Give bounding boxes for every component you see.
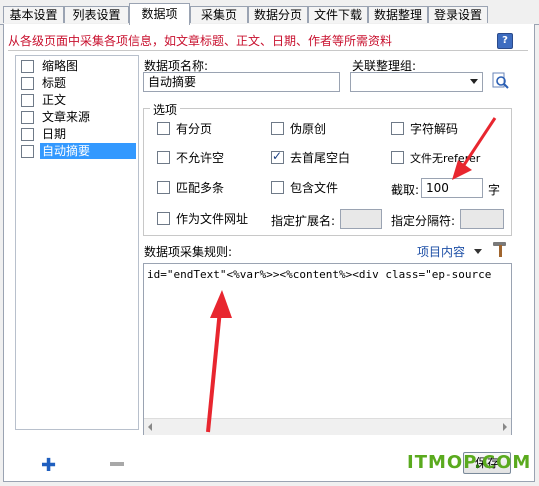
option-include-file[interactable]: 包含文件 (271, 180, 338, 196)
option-match-multiple[interactable]: 匹配多条 (157, 180, 224, 196)
watermark: ITMOP.COM (407, 452, 532, 473)
tab-data-paging[interactable]: 数据分页 (248, 6, 308, 23)
checkbox[interactable] (271, 122, 284, 135)
option-no-referer[interactable]: 文件无referer (391, 150, 480, 166)
option-disallow-empty[interactable]: 不允许空 (157, 150, 224, 166)
truncate-input[interactable]: 100 (421, 178, 483, 198)
tab-bar: 基本设置 列表设置 数据项 采集页 数据分页 文件下载 数据整理 登录设置 (0, 0, 539, 25)
option-trim-whitespace[interactable]: 去首尾空白 (271, 148, 350, 166)
rules-label: 数据项采集规则: (144, 245, 233, 259)
list-item[interactable]: 标题 (20, 75, 136, 91)
chevron-down-icon (470, 79, 478, 84)
item-content-menu[interactable]: 项目内容 (417, 243, 465, 260)
tab-data-items[interactable]: 数据项 (129, 3, 190, 25)
item-checkbox[interactable] (21, 145, 34, 158)
item-checkbox[interactable] (21, 60, 34, 73)
remove-icon[interactable] (110, 462, 124, 466)
list-item[interactable]: 文章来源 (20, 109, 136, 125)
list-item[interactable]: 正文 (20, 92, 136, 108)
list-item[interactable]: 日期 (20, 126, 136, 142)
tab-list-settings[interactable]: 列表设置 (64, 6, 129, 23)
option-pseudo-original[interactable]: 伪原创 (271, 121, 326, 137)
checkbox[interactable] (157, 151, 170, 164)
group-select[interactable] (350, 72, 483, 92)
ext-label: 指定扩展名: (271, 214, 336, 228)
hammer-icon[interactable] (491, 240, 509, 258)
tab-data-cleanup[interactable]: 数据整理 (368, 6, 428, 23)
checkbox[interactable] (391, 151, 404, 164)
option-as-file-url[interactable]: 作为文件网址 (157, 211, 248, 227)
tab-login-settings[interactable]: 登录设置 (428, 6, 488, 23)
add-icon[interactable]: ✚ (41, 455, 56, 476)
checkbox[interactable] (157, 212, 170, 225)
tab-file-download[interactable]: 文件下载 (308, 6, 368, 23)
search-icon[interactable] (492, 72, 510, 90)
option-char-decode[interactable]: 字符解码 (391, 121, 458, 137)
ext-input[interactable] (340, 209, 382, 229)
item-checkbox[interactable] (21, 77, 34, 90)
help-icon[interactable]: ? (497, 33, 513, 49)
item-name-input[interactable]: 自动摘要 (143, 72, 340, 92)
truncate-unit: 字 (488, 183, 501, 197)
checkbox-checked[interactable] (271, 148, 284, 164)
tab-basic-settings[interactable]: 基本设置 (3, 6, 64, 23)
scroll-left-icon[interactable] (148, 423, 152, 431)
rules-text: id="endText"<%var%>><%content%><div clas… (147, 268, 492, 281)
item-checkbox[interactable] (21, 94, 34, 107)
scroll-right-icon[interactable] (503, 423, 507, 431)
options-title: 选项 (150, 101, 181, 118)
sep-label: 指定分隔符: (391, 214, 456, 228)
rules-textarea[interactable] (143, 263, 512, 435)
option-paging[interactable]: 有分页 (157, 121, 212, 137)
sep-input[interactable] (460, 209, 504, 229)
chevron-down-icon[interactable] (474, 249, 482, 254)
horizontal-scrollbar[interactable] (144, 418, 511, 435)
item-checkbox[interactable] (21, 128, 34, 141)
tab-collect-page[interactable]: 采集页 (190, 6, 248, 23)
list-item[interactable]: 缩略图 (20, 58, 136, 74)
data-item-list[interactable]: 缩略图 标题 正文 文章来源 日期 自动摘要 (15, 55, 139, 430)
truncate-label: 截取: (391, 183, 420, 197)
item-checkbox[interactable] (21, 111, 34, 124)
checkbox[interactable] (391, 122, 404, 135)
checkbox[interactable] (271, 181, 284, 194)
checkbox[interactable] (157, 181, 170, 194)
checkbox[interactable] (157, 122, 170, 135)
page-description: 从各级页面中采集各项信息，如文章标题、正文、日期、作者等所需资料 (8, 34, 393, 48)
list-item-selected[interactable]: 自动摘要 (20, 143, 136, 159)
divider (8, 50, 528, 51)
